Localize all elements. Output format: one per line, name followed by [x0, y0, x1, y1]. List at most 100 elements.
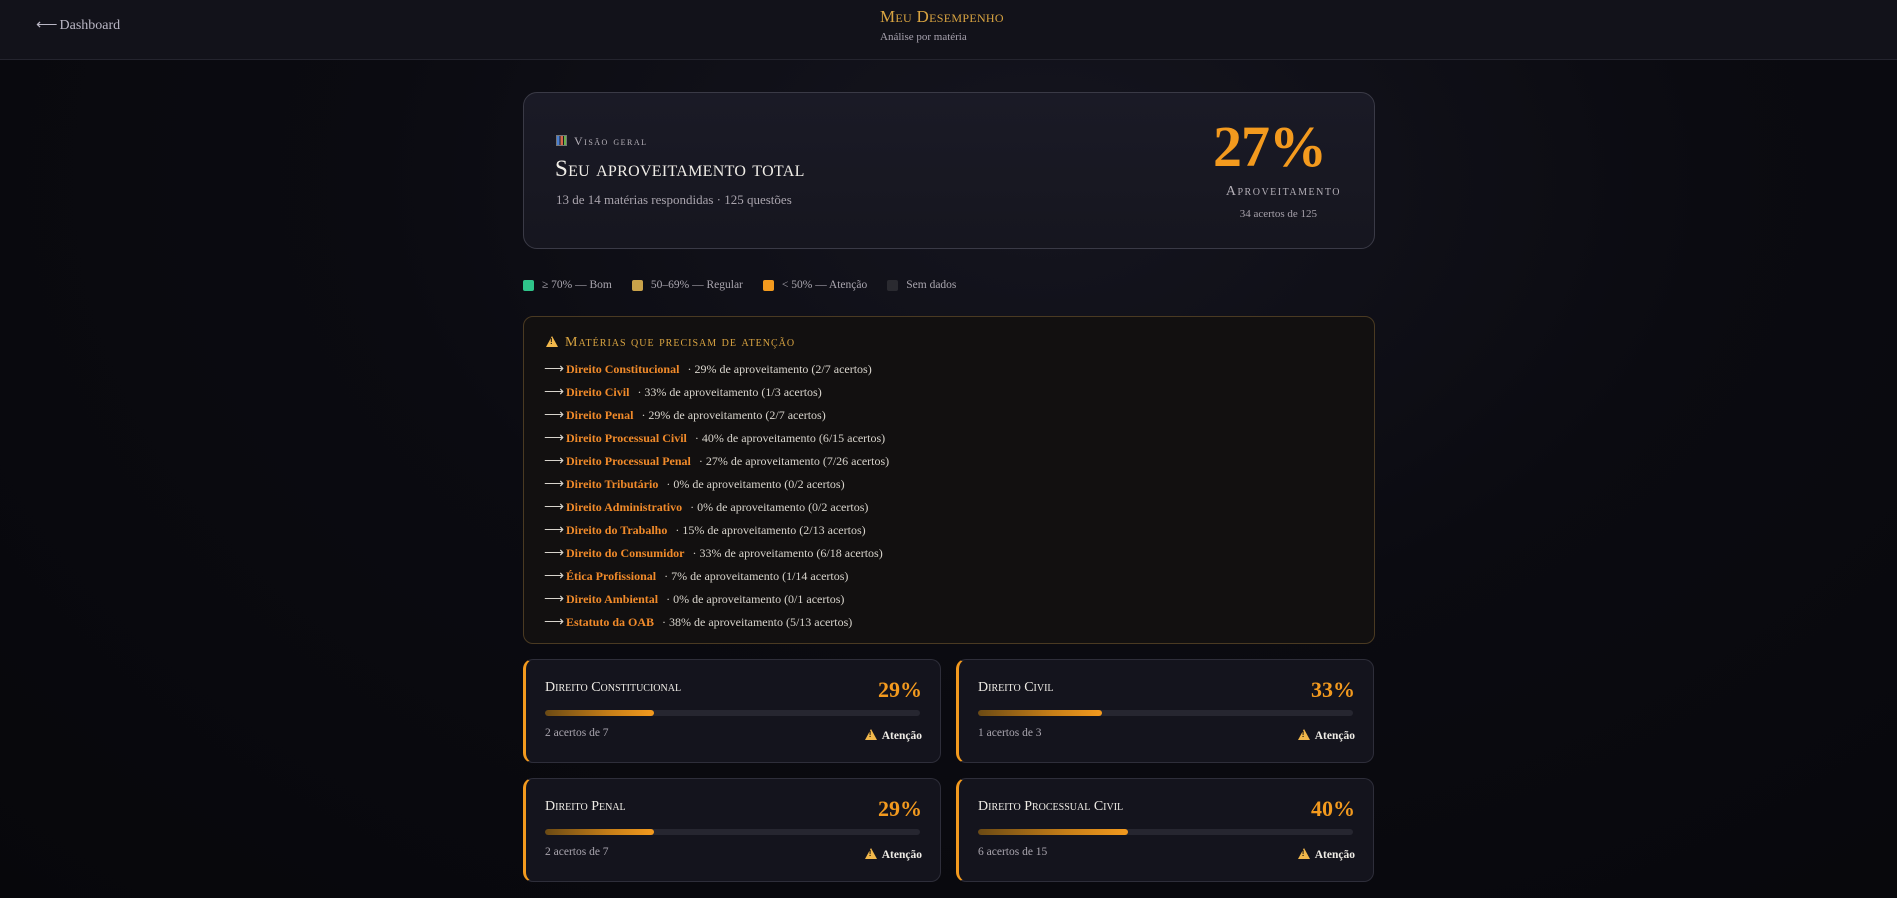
subject-card-status: Atenção — [1297, 729, 1355, 742]
attention-subject-link[interactable]: Direito Constitucional — [566, 362, 679, 377]
subject-card[interactable]: Direito Penal 29% 2 acertos de 7 Atenção — [523, 778, 941, 882]
arrow-right-icon: ⟶ — [544, 546, 565, 561]
legend-swatch — [631, 279, 643, 291]
attention-subject-detail: · 27% de aproveitamento (7/26 acertos) — [698, 454, 890, 468]
attention-subject-detail: · 29% de aproveitamento (2/7 acertos) — [687, 362, 872, 376]
page-subtitle: Análise por matéria — [880, 31, 967, 43]
arrow-right-icon: ⟶ — [544, 592, 565, 607]
attention-list: ⟶ Direito Constitucional · 29% de aproveit… — [544, 358, 889, 634]
overview-subtitle: 13 de 14 matérias respondidas · 125 ques… — [556, 192, 792, 207]
overview-card: Visão geral Seu aproveitamento total 13 … — [523, 92, 1375, 249]
arrow-right-icon: ⟶ — [544, 431, 565, 446]
attention-subject-detail: · 38% de aproveitamento (5/13 acertos) — [662, 615, 853, 629]
subject-card-detail: 2 acertos de 7 — [545, 846, 609, 858]
attention-subject-link[interactable]: Direito Ambiental — [566, 592, 658, 607]
warning-icon — [864, 848, 877, 859]
page-title: Meu Desempenho — [880, 7, 1004, 26]
subject-progress-bar — [978, 829, 1353, 835]
subject-card-name: Direito Penal — [545, 799, 626, 814]
arrow-right-icon: ⟶ — [544, 615, 565, 630]
arrow-right-icon: ⟶ — [544, 569, 565, 584]
subject-card-status: Atenção — [864, 729, 922, 742]
attention-subject-link[interactable]: Direito Processual Penal — [566, 454, 691, 469]
warning-icon — [864, 729, 877, 740]
attention-item: ⟶ Direito do Consumidor · 33% de aproveita… — [544, 542, 889, 565]
attention-item: ⟶ Direito Constitucional · 29% de aproveit… — [544, 358, 889, 381]
legend-swatch — [762, 279, 774, 291]
arrow-right-icon: ⟶ — [544, 477, 565, 492]
attention-subject-link[interactable]: Ética Profissional — [566, 569, 656, 584]
attention-subject-link[interactable]: Direito Tributário — [566, 477, 658, 492]
arrow-right-icon: ⟶ — [544, 362, 565, 377]
subject-progress-fill — [978, 829, 1128, 835]
subject-card-name: Direito Civil — [978, 680, 1054, 695]
attention-item: ⟶ Ética Profissional · 7% de aproveitament… — [544, 565, 889, 588]
attention-subject-link[interactable]: Direito Administrativo — [566, 500, 682, 515]
subject-card-detail: 6 acertos de 15 — [978, 846, 1048, 858]
attention-subject-detail: · 0% de aproveitamento (0/2 acertos) — [666, 477, 845, 491]
subject-card-percent: 29% — [878, 677, 922, 702]
subject-card-status: Atenção — [864, 848, 922, 861]
subject-card-status-label: Atenção — [1314, 730, 1355, 742]
attention-subject-detail: · 40% de aproveitamento (6/15 acertos) — [694, 431, 886, 445]
legend-label: 50–69% — Regular — [650, 279, 743, 291]
attention-subject-link[interactable]: Direito do Consumidor — [566, 546, 684, 561]
subject-progress-fill — [545, 829, 654, 835]
subject-card-percent: 29% — [878, 796, 922, 821]
attention-subject-detail: · 0% de aproveitamento (0/2 acertos) — [690, 500, 869, 514]
legend-item: ≥ 70% — Bom — [523, 279, 612, 291]
subject-progress-bar — [978, 710, 1353, 716]
attention-subject-link[interactable]: Direito Civil — [566, 385, 629, 400]
subject-card-status-label: Atenção — [881, 730, 922, 742]
arrow-right-icon: ⟶ — [544, 523, 565, 538]
legend-label: ≥ 70% — Bom — [542, 279, 612, 291]
subject-card[interactable]: Direito Processual Civil 40% 6 acertos d… — [956, 778, 1374, 882]
legend: ≥ 70% — Bom 50–69% — Regular < 50% — Ate… — [523, 277, 956, 293]
legend-label: < 50% — Atenção — [781, 279, 868, 291]
attention-item: ⟶ Direito Tributário · 0% de aproveitament… — [544, 473, 889, 496]
subject-progress-fill — [545, 710, 654, 716]
attention-item: ⟶ Direito Penal · 29% de aproveitamento (2… — [544, 404, 889, 427]
overview-label: Visão geral — [556, 134, 648, 149]
overview-label-text: Visão geral — [574, 134, 648, 148]
attention-subject-link[interactable]: Estatuto da OAB — [566, 615, 654, 630]
subject-card[interactable]: Direito Constitucional 29% 2 acertos de … — [523, 659, 941, 763]
warning-icon — [1297, 848, 1310, 859]
subject-card-detail: 2 acertos de 7 — [545, 727, 609, 739]
attention-subject-link[interactable]: Direito Penal — [566, 408, 633, 423]
back-to-dashboard-link[interactable]: ⟵ Dashboard — [36, 15, 120, 34]
arrow-right-icon: ⟶ — [544, 454, 565, 469]
legend-item: 50–69% — Regular — [631, 279, 743, 291]
subject-card-percent: 33% — [1311, 677, 1355, 702]
arrow-right-icon: ⟶ — [544, 408, 565, 423]
attention-subject-detail: · 7% de aproveitamento (1/14 acertos) — [664, 569, 849, 583]
subject-card-status-label: Atenção — [881, 849, 922, 861]
overall-percentage-label: Aproveitamento — [1225, 184, 1341, 199]
overview-title: Seu aproveitamento total — [555, 156, 805, 181]
attention-subject-detail: · 33% de aproveitamento (1/3 acertos) — [637, 385, 822, 399]
arrow-right-icon: ⟶ — [544, 385, 565, 400]
arrow-left-icon: ⟵ — [36, 17, 58, 33]
subject-card[interactable]: Direito Civil 33% 1 acertos de 3 Atenção — [956, 659, 1374, 763]
attention-subject-link[interactable]: Direito Processual Civil — [566, 431, 687, 446]
top-bar: ⟵ Dashboard Meu Desempenho Análise por ma… — [0, 0, 1897, 60]
subject-card-detail: 1 acertos de 3 — [978, 727, 1042, 739]
attention-panel: Matérias que precisam de atenção ⟶Direit… — [523, 316, 1375, 644]
overall-percentage: 27% — [1213, 114, 1327, 179]
attention-item: ⟶ Direito Processual Civil · 40% de aprove… — [544, 427, 889, 450]
warning-icon — [1297, 729, 1310, 740]
back-link-label: Dashboard — [59, 18, 121, 33]
attention-item: ⟶ Direito Processual Penal · 27% de aprove… — [544, 450, 889, 473]
attention-subject-detail: · 15% de aproveitamento (2/13 acertos) — [675, 523, 866, 537]
subject-card-name: Direito Processual Civil — [978, 799, 1124, 814]
legend-item: Sem dados — [887, 279, 956, 291]
attention-title: Matérias que precisam de atenção — [546, 335, 795, 351]
bar-chart-icon — [556, 135, 567, 146]
subject-card-percent: 40% — [1311, 796, 1355, 821]
attention-subject-detail: · 29% de aproveitamento (2/7 acertos) — [641, 408, 826, 422]
attention-subject-link[interactable]: Direito do Trabalho — [566, 523, 667, 538]
attention-item: ⟶ Direito Ambiental · 0% de aproveitamento… — [544, 588, 889, 611]
legend-label: Sem dados — [906, 279, 957, 291]
attention-item: ⟶ Estatuto da OAB · 38% de aproveitamento … — [544, 611, 889, 634]
subject-progress-fill — [978, 710, 1102, 716]
